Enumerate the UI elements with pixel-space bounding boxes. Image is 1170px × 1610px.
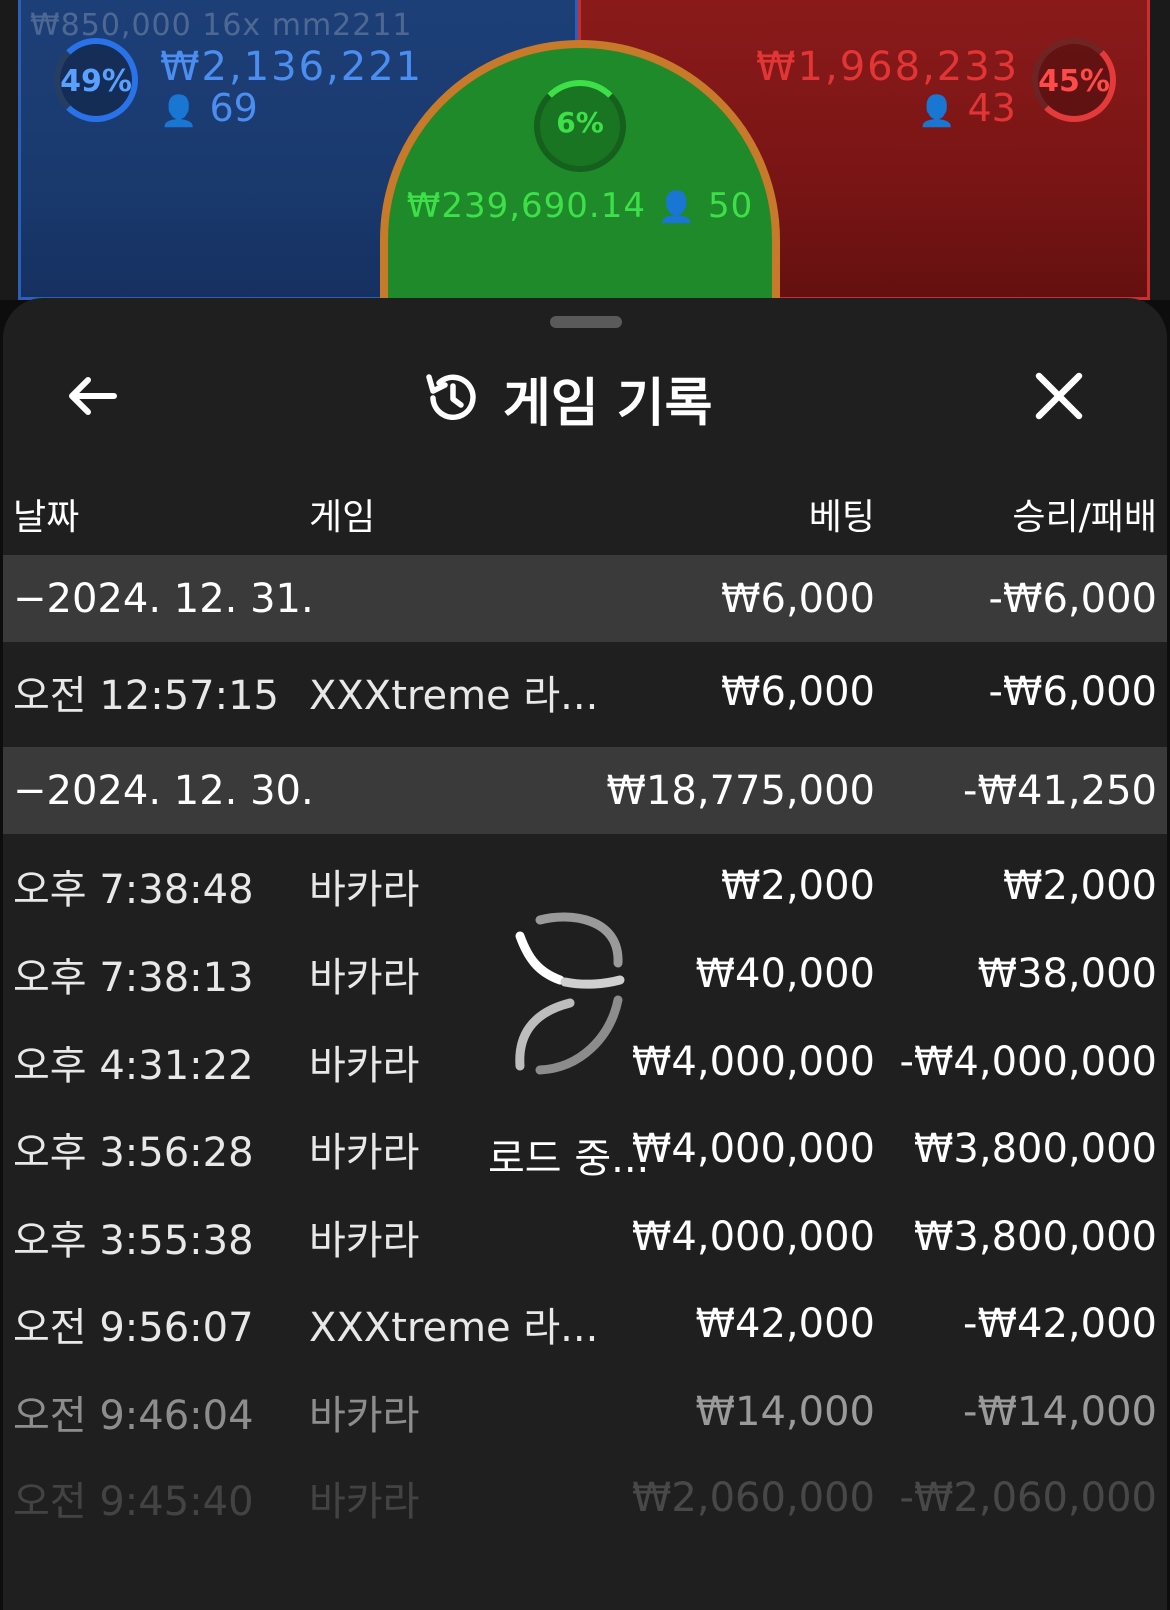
row-bet: ₩2,060,000: [631, 1475, 875, 1521]
group-winloss-total: -₩6,000: [988, 575, 1158, 622]
row-game: 바카라: [309, 1218, 420, 1264]
row-bet: ₩4,000,000: [631, 1126, 875, 1172]
row-bet: ₩4,000,000: [631, 1214, 875, 1260]
row-time: 오후 3:55:38: [13, 1218, 254, 1264]
sheet-drag-handle[interactable]: [550, 316, 622, 328]
group-bet-total: ₩6,000: [720, 575, 875, 622]
history-icon: [426, 374, 476, 420]
blue-percent: 49%: [60, 64, 132, 99]
green-amount-line: ₩239,690.14 👤 50: [380, 186, 780, 226]
row-bet: ₩14,000: [695, 1389, 875, 1435]
group-date: −2024. 12. 31.: [13, 575, 314, 622]
history-row[interactable]: 오전 9:46:04 바카라 ₩14,000 -₩14,000: [3, 1368, 1167, 1456]
row-bet: ₩6,000: [720, 669, 875, 715]
date-group-row[interactable]: −2024. 12. 30. ₩18,775,000 -₩41,250: [3, 747, 1167, 834]
history-row[interactable]: 오후 3:55:38 바카라 ₩4,000,000 ₩3,800,000: [3, 1193, 1167, 1281]
column-header-winloss: 승리/패배: [1012, 497, 1157, 538]
red-percent: 45%: [1038, 64, 1110, 99]
row-winloss: ₩2,000: [1002, 863, 1157, 909]
row-game: 바카라: [309, 1130, 420, 1176]
game-bet-strip: ₩850,000 16x mm2211 49% ₩2,136,221 👤 69 …: [0, 0, 1170, 300]
close-icon: [1035, 372, 1083, 420]
column-header-bet: 베팅: [808, 497, 875, 538]
history-row[interactable]: 오전 12:57:15 XXXtreme 라... ₩6,000 -₩6,000: [3, 648, 1167, 736]
row-winloss: -₩4,000,000: [899, 1039, 1157, 1085]
blue-amount: ₩2,136,221: [160, 44, 424, 90]
history-row[interactable]: 오전 9:56:07 XXXtreme 라... ₩42,000 -₩42,00…: [3, 1280, 1167, 1368]
group-date: −2024. 12. 30.: [13, 767, 314, 814]
row-winloss: ₩38,000: [977, 951, 1157, 997]
column-header-game: 게임: [309, 497, 376, 538]
row-bet: ₩42,000: [695, 1301, 875, 1347]
row-game: 바카라: [309, 1479, 420, 1525]
row-bet: ₩40,000: [695, 951, 875, 997]
row-game: 바카라: [309, 955, 420, 1001]
row-winloss: ₩3,800,000: [913, 1126, 1157, 1172]
row-winloss: -₩14,000: [963, 1389, 1157, 1435]
row-game: 바카라: [309, 867, 420, 913]
row-time: 오후 7:38:13: [13, 955, 254, 1001]
history-row[interactable]: 오전 9:45:40 바카라 ₩2,060,000 -₩2,060,000: [3, 1454, 1167, 1542]
green-amount: ₩239,690.14: [406, 186, 647, 226]
row-time: 오전 9:45:40: [13, 1479, 254, 1525]
red-amount: ₩1,968,233: [756, 44, 1020, 90]
row-game: XXXtreme 라...: [309, 1305, 599, 1351]
person-icon: 👤: [657, 190, 697, 225]
row-time: 오전 12:57:15: [13, 673, 279, 719]
group-bet-total: ₩18,775,000: [606, 767, 875, 814]
row-bet: ₩2,000: [720, 863, 875, 909]
column-header-date: 날짜: [13, 497, 80, 538]
row-time: 오전 9:46:04: [13, 1393, 254, 1439]
row-time: 오후 3:56:28: [13, 1130, 254, 1176]
row-game: 바카라: [309, 1043, 420, 1089]
row-time: 오전 9:56:07: [13, 1305, 254, 1351]
person-icon: 👤: [160, 94, 198, 129]
row-time: 오후 4:31:22: [13, 1043, 254, 1089]
close-button[interactable]: [1023, 360, 1095, 432]
row-winloss: -₩2,060,000: [899, 1475, 1157, 1521]
back-button[interactable]: [55, 360, 127, 432]
group-winloss-total: -₩41,250: [963, 767, 1157, 814]
row-game: XXXtreme 라...: [309, 673, 599, 719]
row-time: 오후 7:38:48: [13, 867, 254, 913]
red-player-count: 👤 43: [918, 86, 1016, 130]
sheet-title: 게임 기록: [423, 358, 712, 438]
arrow-left-icon: [69, 377, 117, 415]
row-game: 바카라: [309, 1393, 420, 1439]
row-winloss: -₩42,000: [963, 1301, 1157, 1347]
loading-text: 로드 중...: [488, 1136, 650, 1182]
green-player-count: 50: [708, 186, 754, 226]
row-winloss: ₩3,800,000: [913, 1214, 1157, 1260]
green-percent: 6%: [556, 106, 604, 139]
row-bet: ₩4,000,000: [631, 1039, 875, 1085]
row-winloss: -₩6,000: [988, 669, 1158, 715]
blue-player-count: 👤 69: [160, 86, 258, 130]
loading-spinner-icon: [515, 912, 625, 1075]
date-group-row[interactable]: −2024. 12. 31. ₩6,000 -₩6,000: [3, 555, 1167, 642]
person-icon: 👤: [918, 94, 956, 129]
page-title: 게임 기록: [503, 373, 713, 434]
